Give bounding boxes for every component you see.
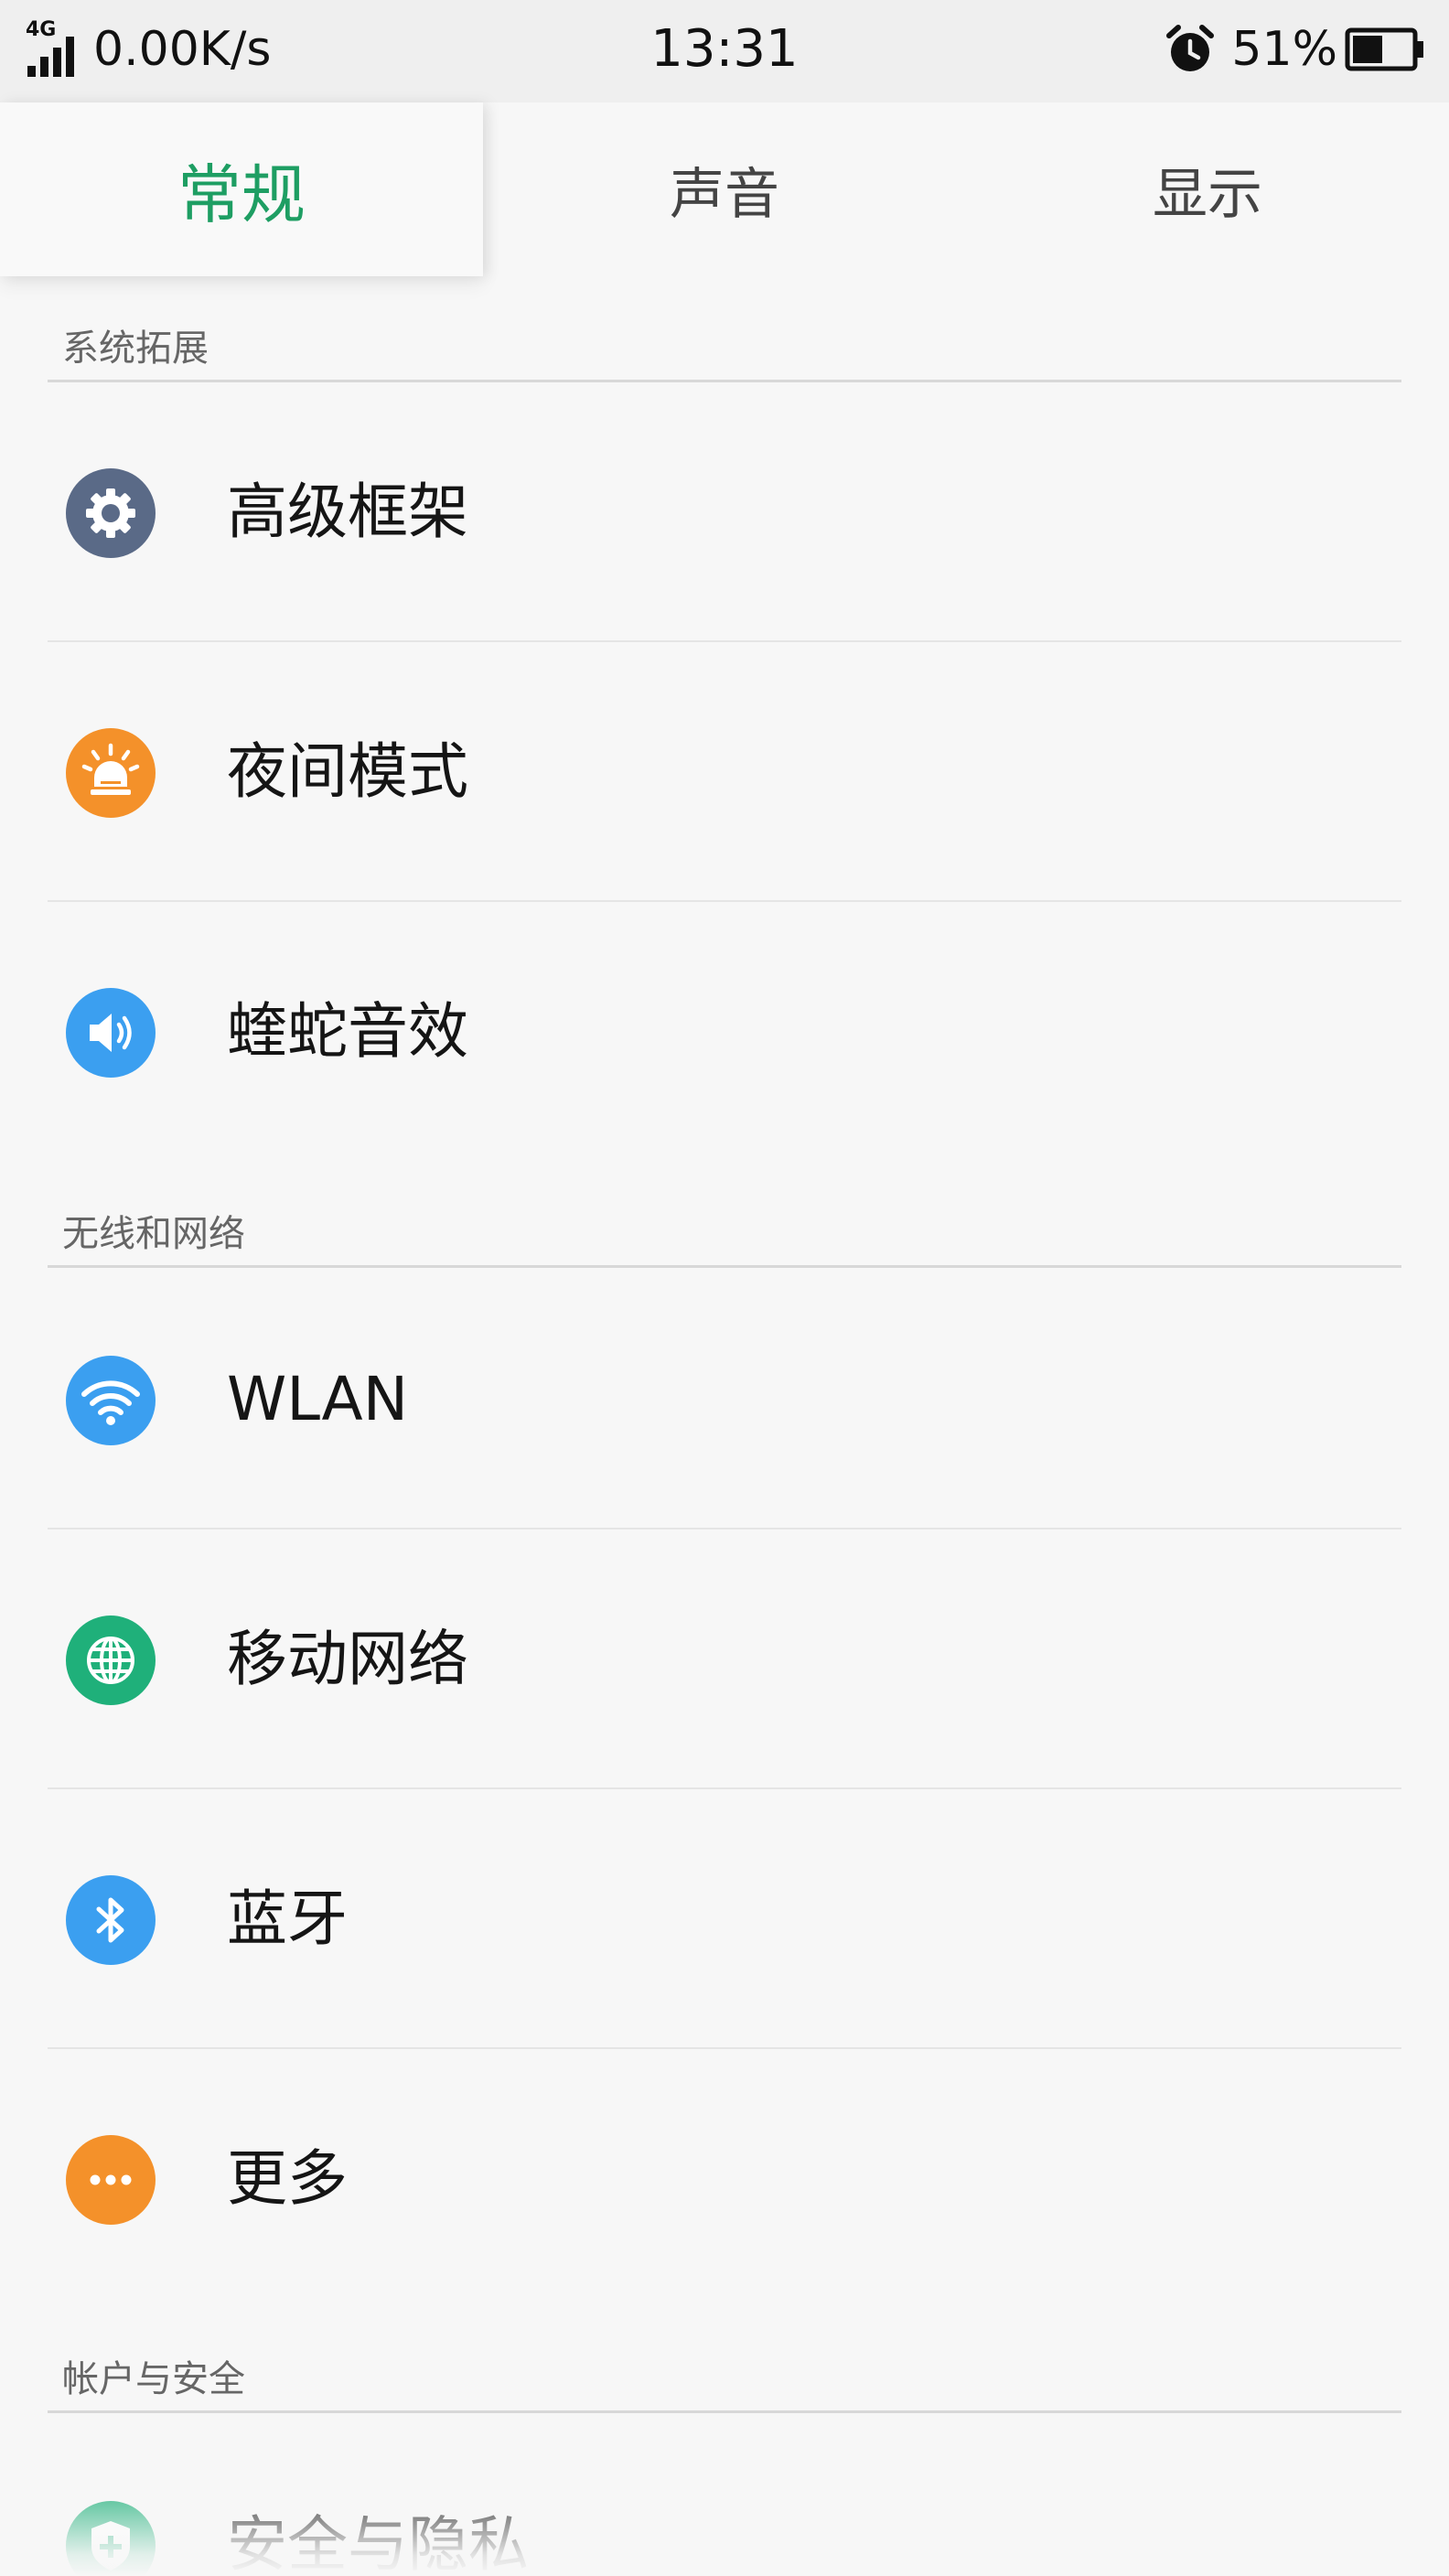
section-header-account-security: 帐户与安全 [48, 2356, 1401, 2413]
list-item-mobile-network[interactable]: 移动网络 [48, 1530, 1401, 1789]
list-item-label: 蝰蛇音效 [227, 996, 468, 1067]
settings-screen: 4G 0.00K/s 13:31 51% 常规 声音 显示 系统拓展 高级框架 … [0, 0, 1449, 2576]
more-dots-icon [66, 2135, 156, 2225]
tab-general[interactable]: 常规 [0, 102, 483, 276]
speaker-icon [66, 988, 156, 1078]
list-item-label: 移动网络 [227, 1624, 468, 1694]
battery-icon [1345, 27, 1423, 71]
tab-bar: 常规 声音 显示 [0, 102, 1449, 276]
battery-percent: 51% [1231, 22, 1337, 77]
bluetooth-icon [66, 1875, 156, 1965]
list-item-label: 高级框架 [227, 477, 468, 547]
gear-icon [66, 468, 156, 558]
list-item-wlan[interactable]: WLAN [48, 1270, 1401, 1530]
globe-icon [66, 1615, 156, 1705]
section-header-wireless-networks: 无线和网络 [48, 1211, 1401, 1268]
status-right: 51% [1164, 20, 1425, 79]
list-item-advanced-framework[interactable]: 高级框架 [48, 382, 1401, 642]
section-header-system-extensions: 系统拓展 [48, 326, 1401, 382]
list-item-label: WLAN [227, 1364, 409, 1434]
tab-display[interactable]: 显示 [966, 102, 1449, 276]
list-item-label: 夜间模式 [227, 736, 468, 807]
list-item-label: 蓝牙 [227, 1884, 348, 1954]
list-item-night-mode[interactable]: 夜间模式 [48, 642, 1401, 902]
alarm-clock-icon [1166, 25, 1215, 71]
tab-sound[interactable]: 声音 [483, 102, 966, 276]
wifi-icon [66, 1356, 156, 1445]
night-light-icon [66, 728, 156, 818]
list-item-more[interactable]: 更多 [48, 2049, 1401, 2309]
list-item-viper-sound-effects[interactable]: 蝰蛇音效 [48, 902, 1401, 1162]
scroll-fade [0, 2470, 1449, 2576]
list-item-bluetooth[interactable]: 蓝牙 [48, 1789, 1401, 2049]
status-bar: 4G 0.00K/s 13:31 51% [0, 0, 1449, 102]
list-item-label: 更多 [227, 2143, 348, 2214]
